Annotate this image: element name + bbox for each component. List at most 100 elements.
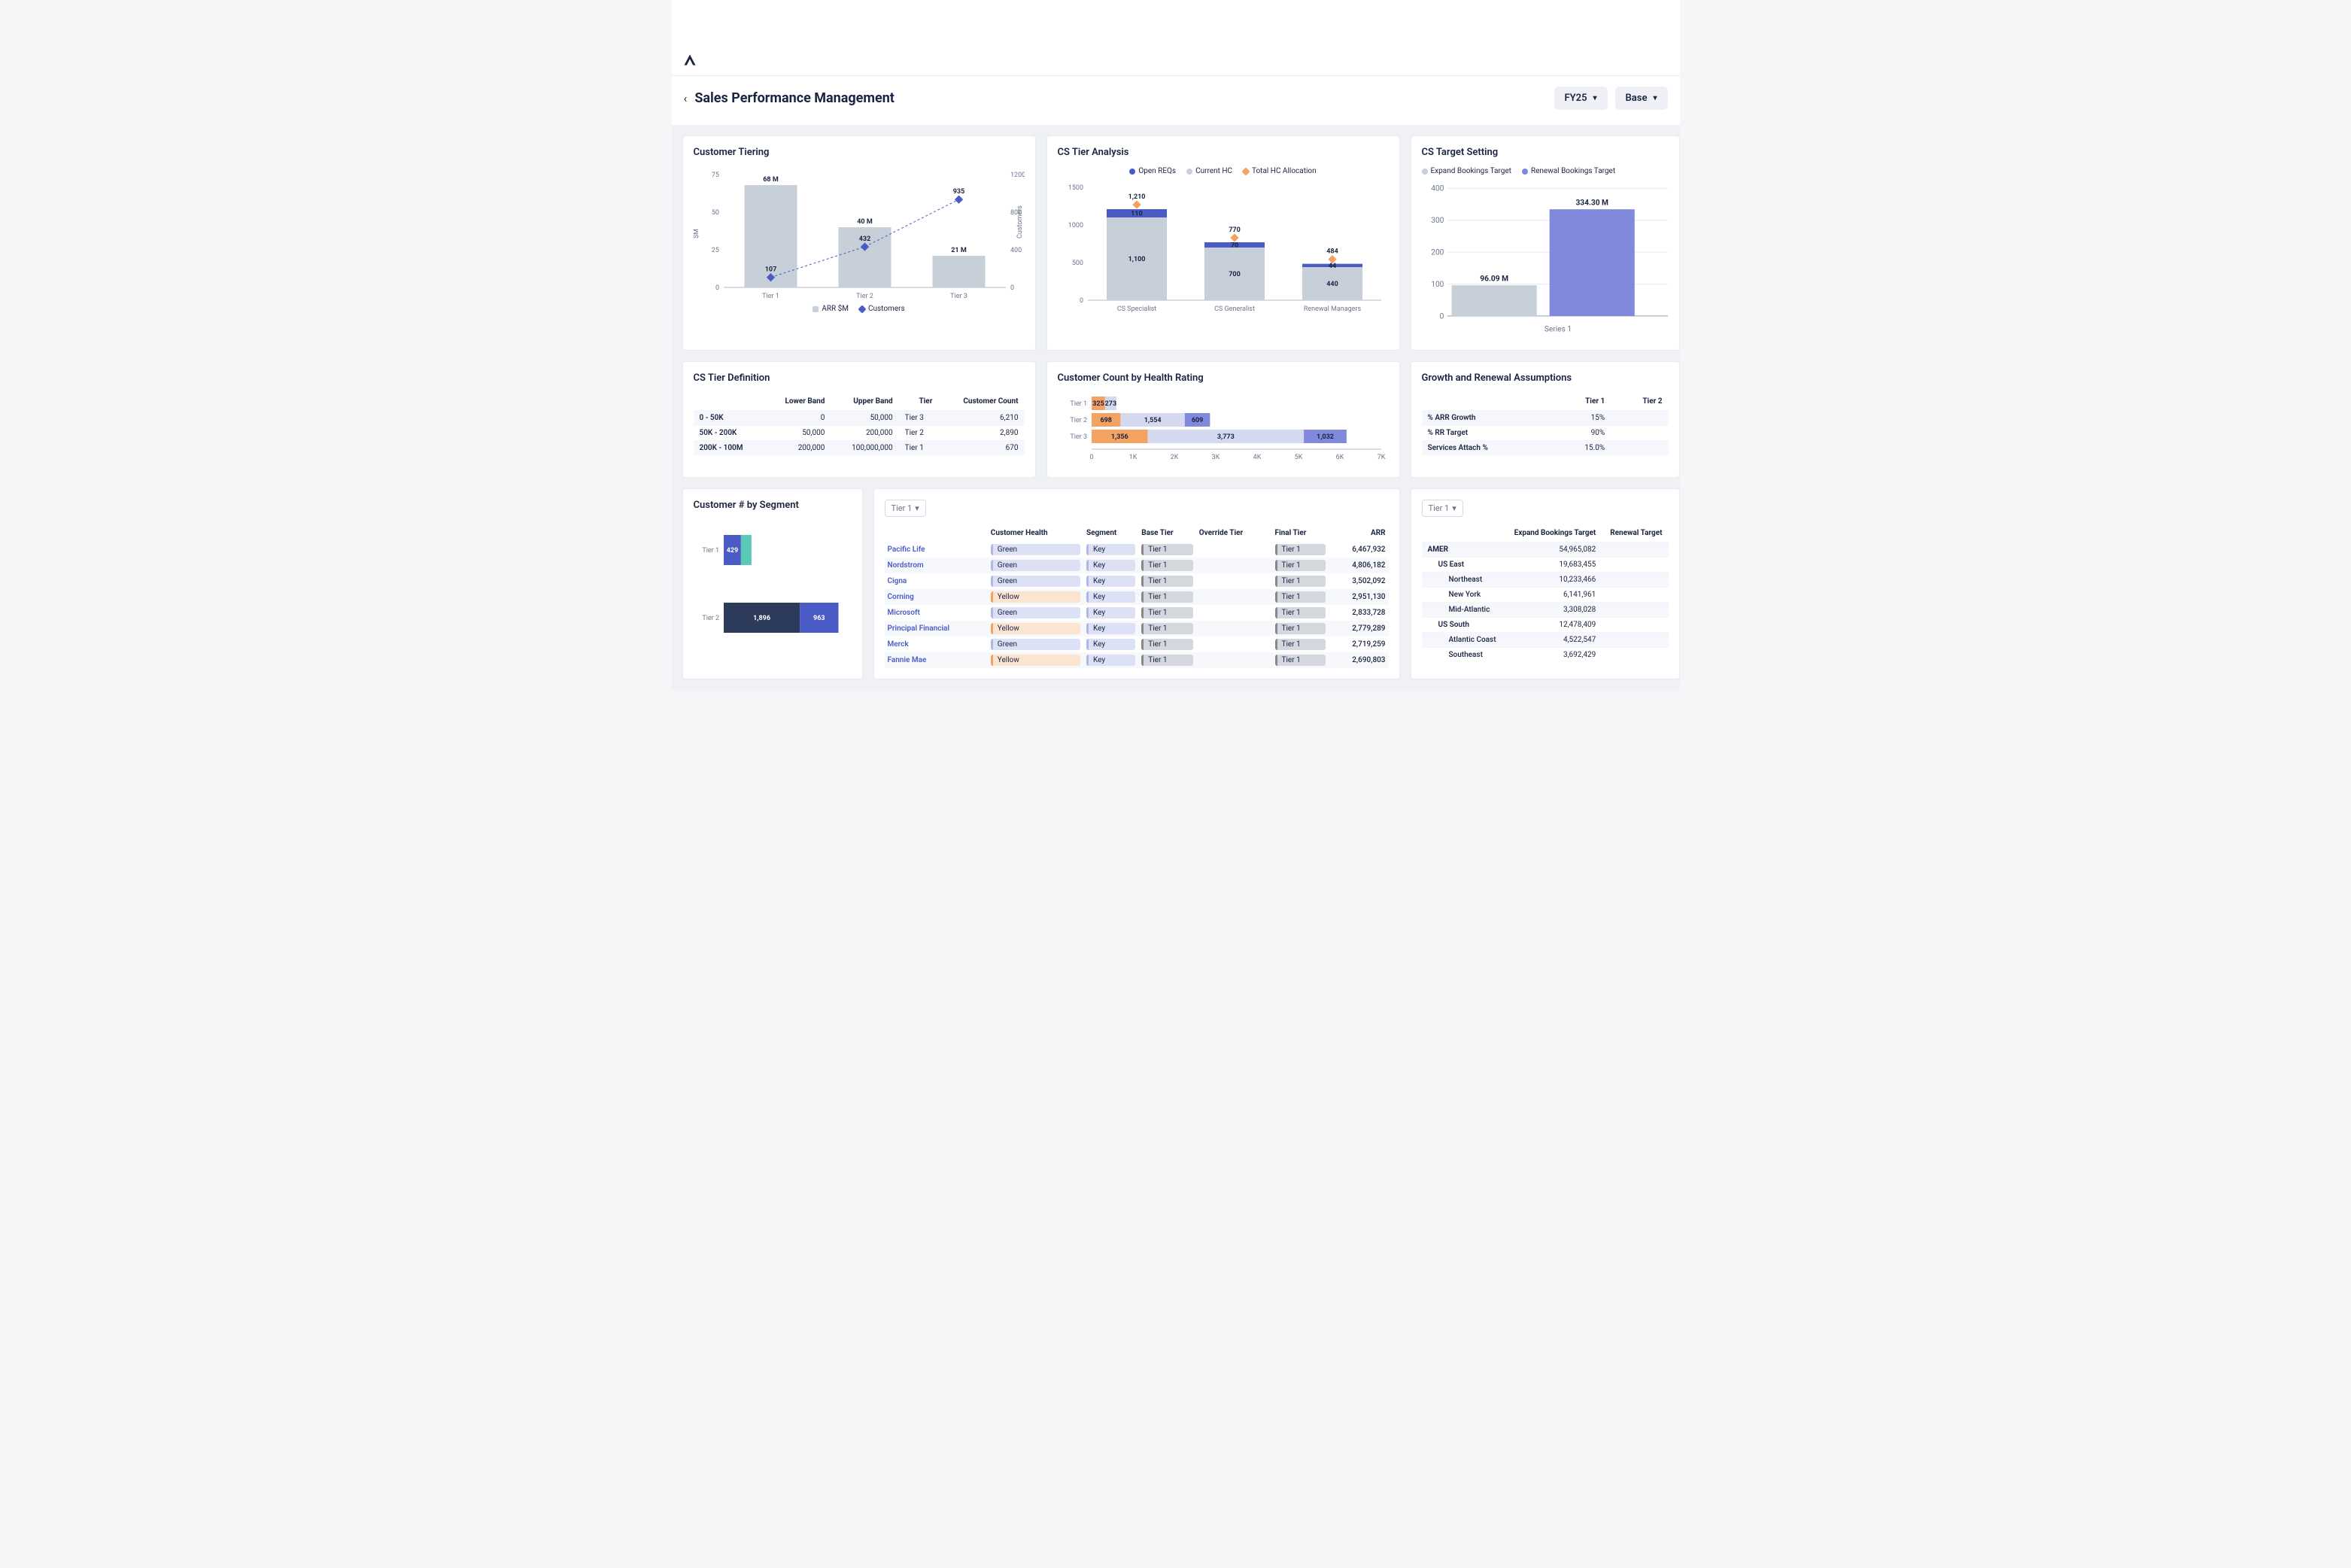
- table-row[interactable]: Fannie MaeYellowKeyTier 1Tier 12,690,803: [885, 652, 1389, 668]
- card-title: Customer Count by Health Rating: [1058, 372, 1389, 384]
- svg-text:50: 50: [711, 209, 718, 217]
- period-selector[interactable]: FY25 ▾: [1554, 87, 1608, 110]
- svg-text:1000: 1000: [1068, 222, 1083, 229]
- svg-text:0: 0: [715, 284, 718, 292]
- table-row[interactable]: NordstromGreenKeyTier 1Tier 14,806,182: [885, 558, 1389, 573]
- scenario-value: Base: [1626, 93, 1648, 104]
- table-row[interactable]: CorningYellowKeyTier 1Tier 12,951,130: [885, 589, 1389, 605]
- svg-text:1K: 1K: [1128, 454, 1137, 461]
- table-row[interactable]: Principal FinancialYellowKeyTier 1Tier 1…: [885, 621, 1389, 637]
- svg-text:40 M: 40 M: [857, 218, 873, 226]
- svg-text:1500: 1500: [1068, 184, 1083, 192]
- svg-text:698: 698: [1100, 417, 1112, 424]
- svg-text:1200: 1200: [1010, 172, 1025, 179]
- table-row: % RR Target90%: [1422, 426, 1669, 441]
- table-row[interactable]: New York6,141,961: [1422, 588, 1669, 603]
- svg-text:Series 1: Series 1: [1544, 325, 1571, 333]
- card-customer-tiering: Customer Tiering $M Customers 0255075 04…: [682, 135, 1036, 351]
- scenario-selector[interactable]: Base ▾: [1615, 87, 1668, 110]
- svg-text:Tier 2: Tier 2: [856, 293, 873, 300]
- card-customer-table: Tier 1▾ Customer HealthSegmentBase TierO…: [873, 488, 1400, 679]
- table-row: Services Attach %15.0%: [1422, 441, 1669, 456]
- svg-text:325: 325: [1092, 400, 1104, 408]
- svg-text:770: 770: [1229, 226, 1241, 234]
- table-row[interactable]: Mid-Atlantic3,308,028: [1422, 603, 1669, 618]
- svg-text:1,356: 1,356: [1110, 433, 1128, 441]
- svg-text:68 M: 68 M: [763, 176, 779, 184]
- tier-selector[interactable]: Tier 1▾: [1422, 500, 1463, 517]
- chart-segment: Tier 1429Tier 21,896963: [694, 520, 852, 640]
- legend-item: Expand Bookings Target: [1422, 167, 1511, 175]
- back-icon[interactable]: ‹: [684, 91, 688, 105]
- svg-text:484: 484: [1326, 248, 1338, 256]
- legend-item: Renewal Bookings Target: [1522, 167, 1615, 175]
- svg-text:110: 110: [1131, 211, 1143, 218]
- chart-cs-target: 0100200300400 96.09 M334.30 M Series 1: [1422, 180, 1669, 337]
- tier-definition-table: Lower BandUpper BandTierCustomer Count 0…: [694, 393, 1025, 455]
- svg-text:Tier 2: Tier 2: [702, 615, 719, 622]
- table-row[interactable]: MerckGreenKeyTier 1Tier 12,719,259: [885, 637, 1389, 652]
- svg-text:70: 70: [1230, 242, 1238, 250]
- svg-text:1,896: 1,896: [753, 615, 770, 622]
- svg-text:1,210: 1,210: [1128, 193, 1145, 201]
- table-row: 200K - 100M200,000100,000,000Tier 1670: [694, 441, 1025, 456]
- svg-text:Tier 3: Tier 3: [1070, 433, 1087, 441]
- card-health-rating: Customer Count by Health Rating Tier 1 32…: [1046, 361, 1400, 478]
- svg-text:Tier 1: Tier 1: [702, 547, 719, 555]
- svg-text:429: 429: [726, 547, 738, 555]
- svg-text:800: 800: [1010, 209, 1022, 217]
- svg-text:1,100: 1,100: [1128, 256, 1145, 263]
- table-row[interactable]: AMER54,965,082: [1422, 542, 1669, 558]
- legend-item: ARR $M: [813, 305, 849, 313]
- page-title: Sales Performance Management: [694, 90, 895, 106]
- legend-item: Customers: [859, 305, 905, 313]
- chevron-down-icon: ▾: [915, 503, 919, 513]
- svg-text:Tier 1: Tier 1: [1070, 400, 1087, 408]
- card-title: CS Tier Definition: [694, 372, 1025, 384]
- card-assumptions: Growth and Renewal Assumptions Tier 1Tie…: [1411, 361, 1680, 478]
- chevron-down-icon: ▾: [1452, 503, 1456, 513]
- table-row[interactable]: CignaGreenKeyTier 1Tier 13,502,092: [885, 573, 1389, 589]
- period-value: FY25: [1565, 93, 1587, 104]
- svg-text:CS Generalist: CS Generalist: [1214, 305, 1255, 313]
- table-row: 50K - 200K50,000200,000Tier 22,890: [694, 426, 1025, 441]
- chart-customer-tiering: $M Customers 0255075 04008001200 68 M40 …: [694, 167, 1025, 302]
- card-tier-definition: CS Tier Definition Lower BandUpper BandT…: [682, 361, 1036, 478]
- table-row[interactable]: MicrosoftGreenKeyTier 1Tier 12,833,728: [885, 605, 1389, 621]
- svg-text:3,773: 3,773: [1217, 433, 1234, 441]
- table-row[interactable]: Atlantic Coast4,522,547: [1422, 633, 1669, 648]
- app-header: [672, 45, 1680, 76]
- svg-text:Tier 1: Tier 1: [762, 293, 779, 300]
- svg-text:0: 0: [1010, 284, 1014, 292]
- svg-text:3K: 3K: [1211, 454, 1220, 461]
- tier-selector[interactable]: Tier 1▾: [885, 500, 926, 517]
- card-title: CS Target Setting: [1422, 147, 1669, 158]
- svg-text:107: 107: [764, 266, 776, 274]
- svg-text:0: 0: [1439, 312, 1444, 321]
- svg-text:96.09 M: 96.09 M: [1480, 275, 1508, 284]
- svg-text:100: 100: [1431, 281, 1444, 289]
- svg-text:44: 44: [1328, 263, 1335, 270]
- svg-text:440: 440: [1326, 281, 1338, 288]
- chart-cs-tier-analysis: 050010001500 1,1001101,21070070770440444…: [1058, 180, 1389, 319]
- chevron-down-icon: ▾: [1653, 94, 1657, 102]
- svg-text:400: 400: [1431, 185, 1444, 193]
- svg-text:5K: 5K: [1294, 454, 1302, 461]
- svg-text:0: 0: [1089, 454, 1093, 461]
- svg-text:1,554: 1,554: [1144, 417, 1161, 424]
- svg-text:273: 273: [1104, 400, 1116, 408]
- card-cs-target: CS Target Setting Expand Bookings Target…: [1411, 135, 1680, 351]
- legend-item: Open REQs: [1129, 167, 1176, 175]
- svg-text:300: 300: [1431, 217, 1444, 225]
- table-row[interactable]: Southeast3,692,429: [1422, 648, 1669, 663]
- card-region-table: Tier 1▾ Expand Bookings TargetRenewal Ta…: [1411, 488, 1680, 679]
- table-row[interactable]: Northeast10,233,466: [1422, 573, 1669, 588]
- table-row[interactable]: US East19,683,455: [1422, 558, 1669, 573]
- svg-text:400: 400: [1010, 247, 1022, 254]
- svg-text:$M: $M: [694, 229, 700, 239]
- svg-text:700: 700: [1229, 271, 1241, 278]
- table-row[interactable]: Pacific LifeGreenKeyTier 1Tier 16,467,93…: [885, 542, 1389, 558]
- svg-text:935: 935: [952, 188, 964, 196]
- svg-text:609: 609: [1191, 417, 1203, 424]
- table-row[interactable]: US South12,478,409: [1422, 618, 1669, 633]
